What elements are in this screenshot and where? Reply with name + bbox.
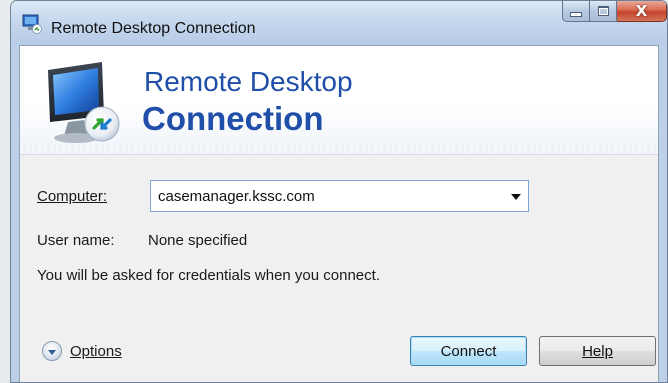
options-label: Options (70, 343, 122, 360)
expand-options-icon[interactable] (42, 341, 62, 361)
username-label: User name: (37, 232, 115, 249)
dialog-body: Remote Desktop Connection Computer: case… (19, 45, 659, 382)
maximize-icon (597, 6, 609, 16)
minimize-button[interactable] (562, 1, 590, 22)
close-icon: X (635, 1, 648, 20)
computer-label: Computer: (37, 188, 107, 205)
minimize-icon (570, 12, 582, 17)
computer-input[interactable]: casemanager.kssc.com (158, 188, 315, 205)
banner-title-line1: Remote Desktop (144, 66, 353, 97)
window-title: Remote Desktop Connection (51, 20, 256, 37)
username-value: None specified (148, 232, 248, 249)
help-button-label: Help (582, 342, 613, 360)
connect-button[interactable]: Connect (410, 336, 527, 366)
maximize-button[interactable] (590, 1, 617, 22)
credentials-notice: You will be asked for credentials when y… (37, 267, 380, 284)
help-button[interactable]: Help (539, 336, 656, 366)
banner-divider (20, 144, 658, 154)
dropdown-arrow-icon[interactable] (511, 194, 521, 200)
computer-label-text: Computer: (37, 188, 108, 205)
close-button[interactable]: X (617, 1, 667, 22)
rdc-window: Remote Desktop Connection X Remote Deskt… (10, 0, 668, 383)
title-bar[interactable]: Remote Desktop Connection X (11, 1, 667, 45)
header-banner: Remote Desktop Connection (20, 46, 658, 155)
chevron-down-icon (48, 349, 56, 355)
remote-desktop-app-icon (22, 14, 42, 34)
remote-desktop-monitor-icon (48, 62, 120, 143)
window-controls: X (562, 1, 667, 23)
banner-title-line2: Connection (142, 100, 324, 137)
options-label-text: Options (70, 342, 122, 360)
options-toggle[interactable]: Options (42, 339, 122, 363)
computer-combobox[interactable]: casemanager.kssc.com (150, 180, 529, 212)
